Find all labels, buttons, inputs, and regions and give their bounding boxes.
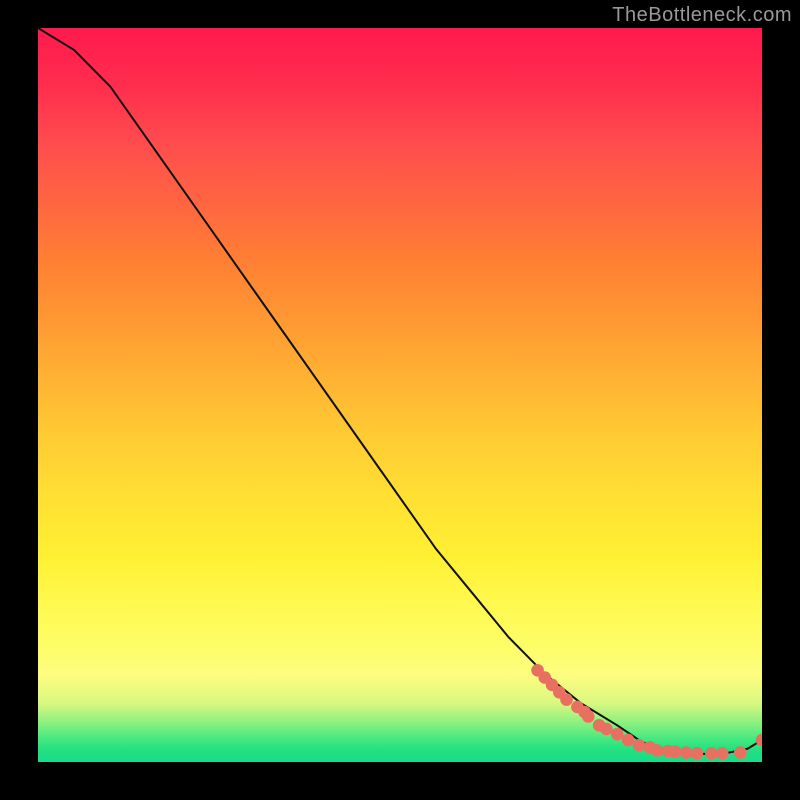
chart-plot-area	[38, 28, 762, 762]
data-dot	[680, 746, 693, 759]
data-dot	[582, 710, 595, 723]
chart-svg	[38, 28, 762, 762]
data-dot	[611, 728, 624, 741]
data-dot	[622, 734, 635, 747]
data-dot	[600, 723, 613, 736]
data-dot	[716, 747, 729, 760]
data-dot	[633, 739, 646, 752]
data-dot	[651, 744, 664, 757]
curve-line	[38, 28, 762, 754]
data-dot	[691, 747, 704, 760]
data-dot	[705, 747, 718, 760]
watermark-text: TheBottleneck.com	[612, 4, 792, 27]
data-dot	[560, 693, 573, 706]
data-dot	[669, 745, 682, 758]
data-dot	[734, 746, 747, 759]
